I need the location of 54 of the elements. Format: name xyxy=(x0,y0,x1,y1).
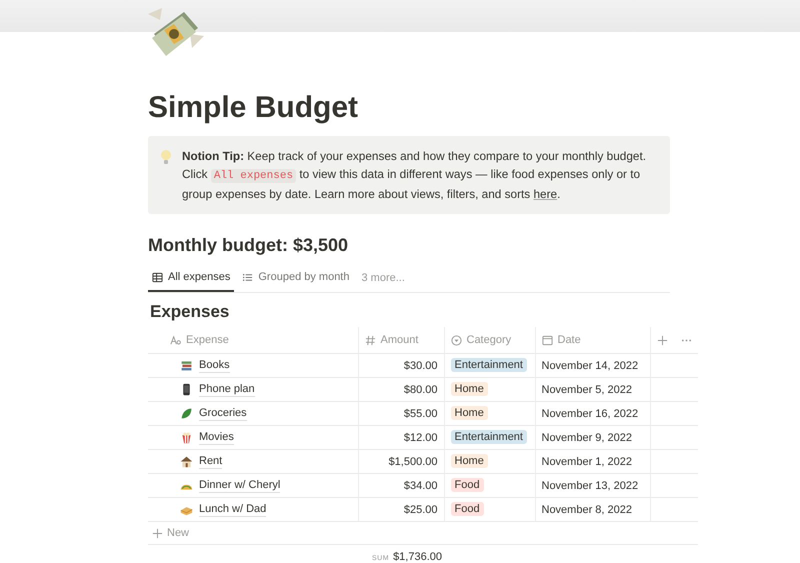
list-icon xyxy=(242,272,254,282)
category-tag: Home xyxy=(450,406,488,420)
date-cell: November 13, 2022 xyxy=(535,474,650,498)
page-title: Simple Budget xyxy=(148,90,360,126)
category-tag: Entertainment xyxy=(450,358,527,372)
expense-name[interactable]: Dinner w/ Cheryl xyxy=(199,478,280,492)
amount-cell: $80.00 xyxy=(358,378,444,402)
tip-text: Notion Tip: Keep track of your expenses and how they compare to your monthly budget. Click All expenses to view this data in different ways — like food expenses only or to group expenses by date. Learn more about views, filters, and sorts here. xyxy=(182,148,648,203)
sum-value: $1,736.00 xyxy=(393,551,442,563)
date-cell: November 9, 2022 xyxy=(535,426,650,450)
date-cell: November 1, 2022 xyxy=(535,450,650,474)
expense-name[interactable]: Groceries xyxy=(199,406,247,420)
table-icon xyxy=(152,272,163,282)
text-icon xyxy=(170,334,181,346)
column-label: Expense xyxy=(186,334,229,346)
date-cell: November 14, 2022 xyxy=(535,354,650,378)
date-cell: November 5, 2022 xyxy=(535,378,650,402)
view-tab[interactable]: Grouped by month xyxy=(238,264,354,292)
category-tag: Entertainment xyxy=(450,430,527,444)
date-cell: November 16, 2022 xyxy=(535,402,650,426)
category-tag: Food xyxy=(450,502,484,516)
view-tab[interactable]: All expenses xyxy=(148,264,234,292)
here-link[interactable]: here xyxy=(533,187,558,201)
emoji-icon xyxy=(180,431,193,444)
expense-name[interactable]: Books xyxy=(199,358,230,372)
table-title: Expenses xyxy=(150,301,230,323)
category-tag: Home xyxy=(450,382,488,396)
amount-cell: $34.00 xyxy=(358,474,444,498)
inline-code: All expenses xyxy=(210,169,296,183)
emoji-icon xyxy=(180,455,193,468)
amount-cell: $12.00 xyxy=(358,426,444,450)
number-icon xyxy=(364,334,376,346)
amount-cell: $25.00 xyxy=(358,498,444,522)
budget-heading: Monthly budget: $3,500 xyxy=(148,234,350,256)
expense-name[interactable]: Phone plan xyxy=(199,382,255,396)
emoji-icon xyxy=(180,359,193,372)
date-cell: November 8, 2022 xyxy=(535,498,650,522)
amount-cell: $1,500.00 xyxy=(358,450,444,474)
calendar-icon xyxy=(542,334,552,346)
emoji-icon xyxy=(180,407,193,420)
column-label: Category xyxy=(466,334,512,346)
expense-name[interactable]: Movies xyxy=(199,430,234,444)
category-tag: Home xyxy=(450,454,488,468)
amount-cell: $55.00 xyxy=(358,402,444,426)
column-label: Amount xyxy=(380,334,418,346)
add-icon[interactable] xyxy=(656,334,668,346)
expense-name[interactable]: Lunch w/ Dad xyxy=(199,502,266,516)
category-tag: Food xyxy=(450,478,484,492)
lightbulb-icon xyxy=(160,149,172,165)
select-icon xyxy=(450,334,462,346)
expense-name[interactable]: Rent xyxy=(199,454,222,468)
add-icon xyxy=(152,528,163,538)
amount-cell: $30.00 xyxy=(358,354,444,378)
column-label: Date xyxy=(558,334,581,346)
